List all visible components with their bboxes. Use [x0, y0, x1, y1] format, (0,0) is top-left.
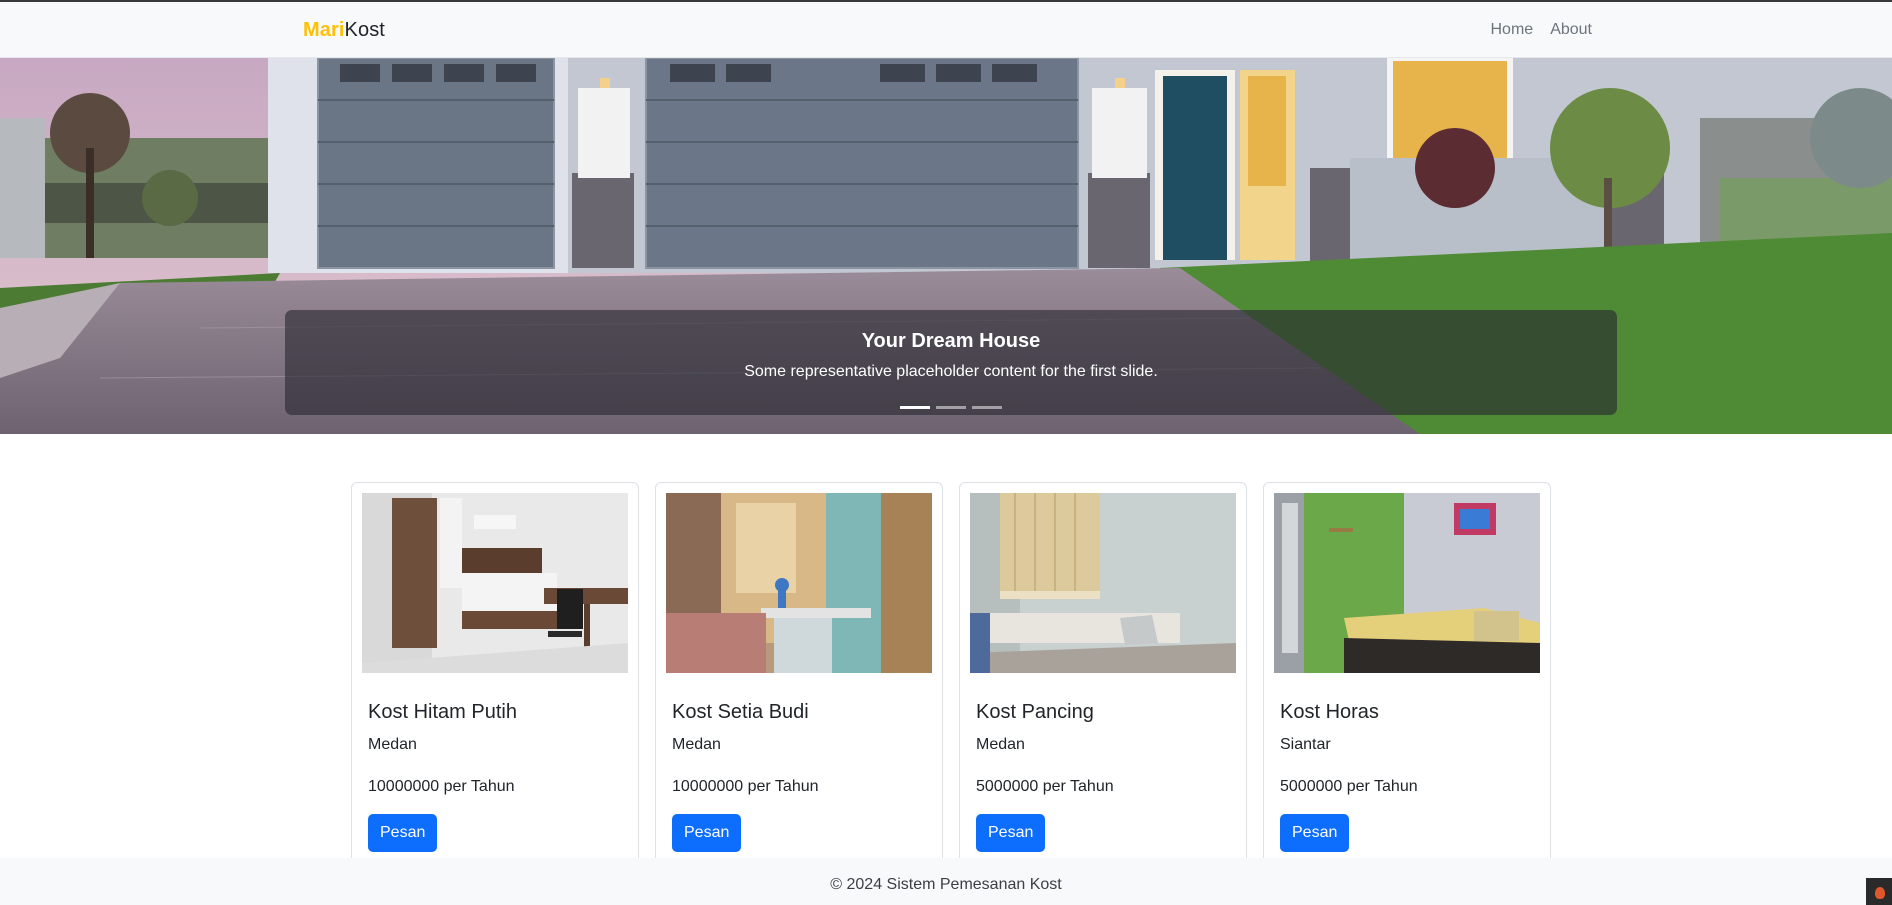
kost-card: Kost Setia Budi Medan 10000000 per Tahun… — [655, 482, 943, 882]
nav-about-link[interactable]: About — [1550, 21, 1592, 39]
navbar: MariKost Home About — [0, 2, 1892, 58]
carousel-caption-text: Some representative placeholder content … — [744, 363, 1158, 380]
carousel-caption: Your Dream House Some representative pla… — [285, 310, 1617, 415]
brand-part-mari: Mari — [303, 19, 345, 41]
footer-copyright: © 2024 Sistem Pemesanan Kost — [830, 876, 1062, 893]
corner-app-icon[interactable] — [1866, 878, 1892, 905]
kost-card-title: Kost Setia Budi — [672, 701, 809, 723]
kost-card-body: Kost Pancing Medan 5000000 per Tahun Pes… — [970, 673, 1236, 852]
kost-card-image — [1274, 493, 1540, 673]
kost-card-body: Kost Horas Siantar 5000000 per Tahun Pes… — [1274, 673, 1540, 852]
kost-card-image — [666, 493, 932, 673]
kost-card-price: 5000000 per Tahun — [1280, 778, 1418, 795]
kost-card: Kost Horas Siantar 5000000 per Tahun Pes… — [1263, 482, 1551, 882]
kost-card-city: Siantar — [1280, 736, 1331, 753]
carousel-caption-title: Your Dream House — [861, 330, 1041, 352]
kost-card-body: Kost Hitam Putih Medan 10000000 per Tahu… — [362, 673, 628, 852]
kost-card-price: 10000000 per Tahun — [672, 778, 819, 795]
pesan-button[interactable]: Pesan — [368, 814, 438, 852]
carousel-indicator-3[interactable] — [972, 406, 1002, 409]
kost-card-title: Kost Hitam Putih — [368, 701, 517, 723]
footer: © 2024 Sistem Pemesanan Kost — [0, 858, 1892, 905]
brand-logo[interactable]: MariKost — [303, 19, 385, 42]
kost-card-image — [362, 493, 628, 673]
carousel-indicators — [285, 406, 1617, 409]
kost-card: Kost Pancing Medan 5000000 per Tahun Pes… — [959, 482, 1247, 882]
carousel-indicator-1[interactable] — [900, 406, 930, 409]
kost-card-price: 10000000 per Tahun — [368, 778, 515, 795]
pesan-button[interactable]: Pesan — [1280, 814, 1350, 852]
kost-card-title: Kost Pancing — [976, 701, 1094, 723]
nav-home-link[interactable]: Home — [1491, 21, 1534, 39]
kost-card-price: 5000000 per Tahun — [976, 778, 1114, 795]
hero-carousel: Your Dream House Some representative pla… — [0, 58, 1892, 434]
pesan-button[interactable]: Pesan — [976, 814, 1046, 852]
kost-card-title: Kost Horas — [1280, 701, 1379, 723]
kost-card-city: Medan — [672, 736, 721, 753]
pesan-button[interactable]: Pesan — [672, 814, 742, 852]
nav-links: Home About — [1491, 21, 1593, 39]
kost-card-city: Medan — [976, 736, 1025, 753]
brand-part-kost: Kost — [344, 19, 385, 41]
carousel-indicator-2[interactable] — [936, 406, 966, 409]
kost-card: Kost Hitam Putih Medan 10000000 per Tahu… — [351, 482, 639, 882]
kost-card-list: Kost Hitam Putih Medan 10000000 per Tahu… — [351, 482, 1551, 882]
kost-card-city: Medan — [368, 736, 417, 753]
kost-card-body: Kost Setia Budi Medan 10000000 per Tahun… — [666, 673, 932, 852]
kost-card-image — [970, 493, 1236, 673]
